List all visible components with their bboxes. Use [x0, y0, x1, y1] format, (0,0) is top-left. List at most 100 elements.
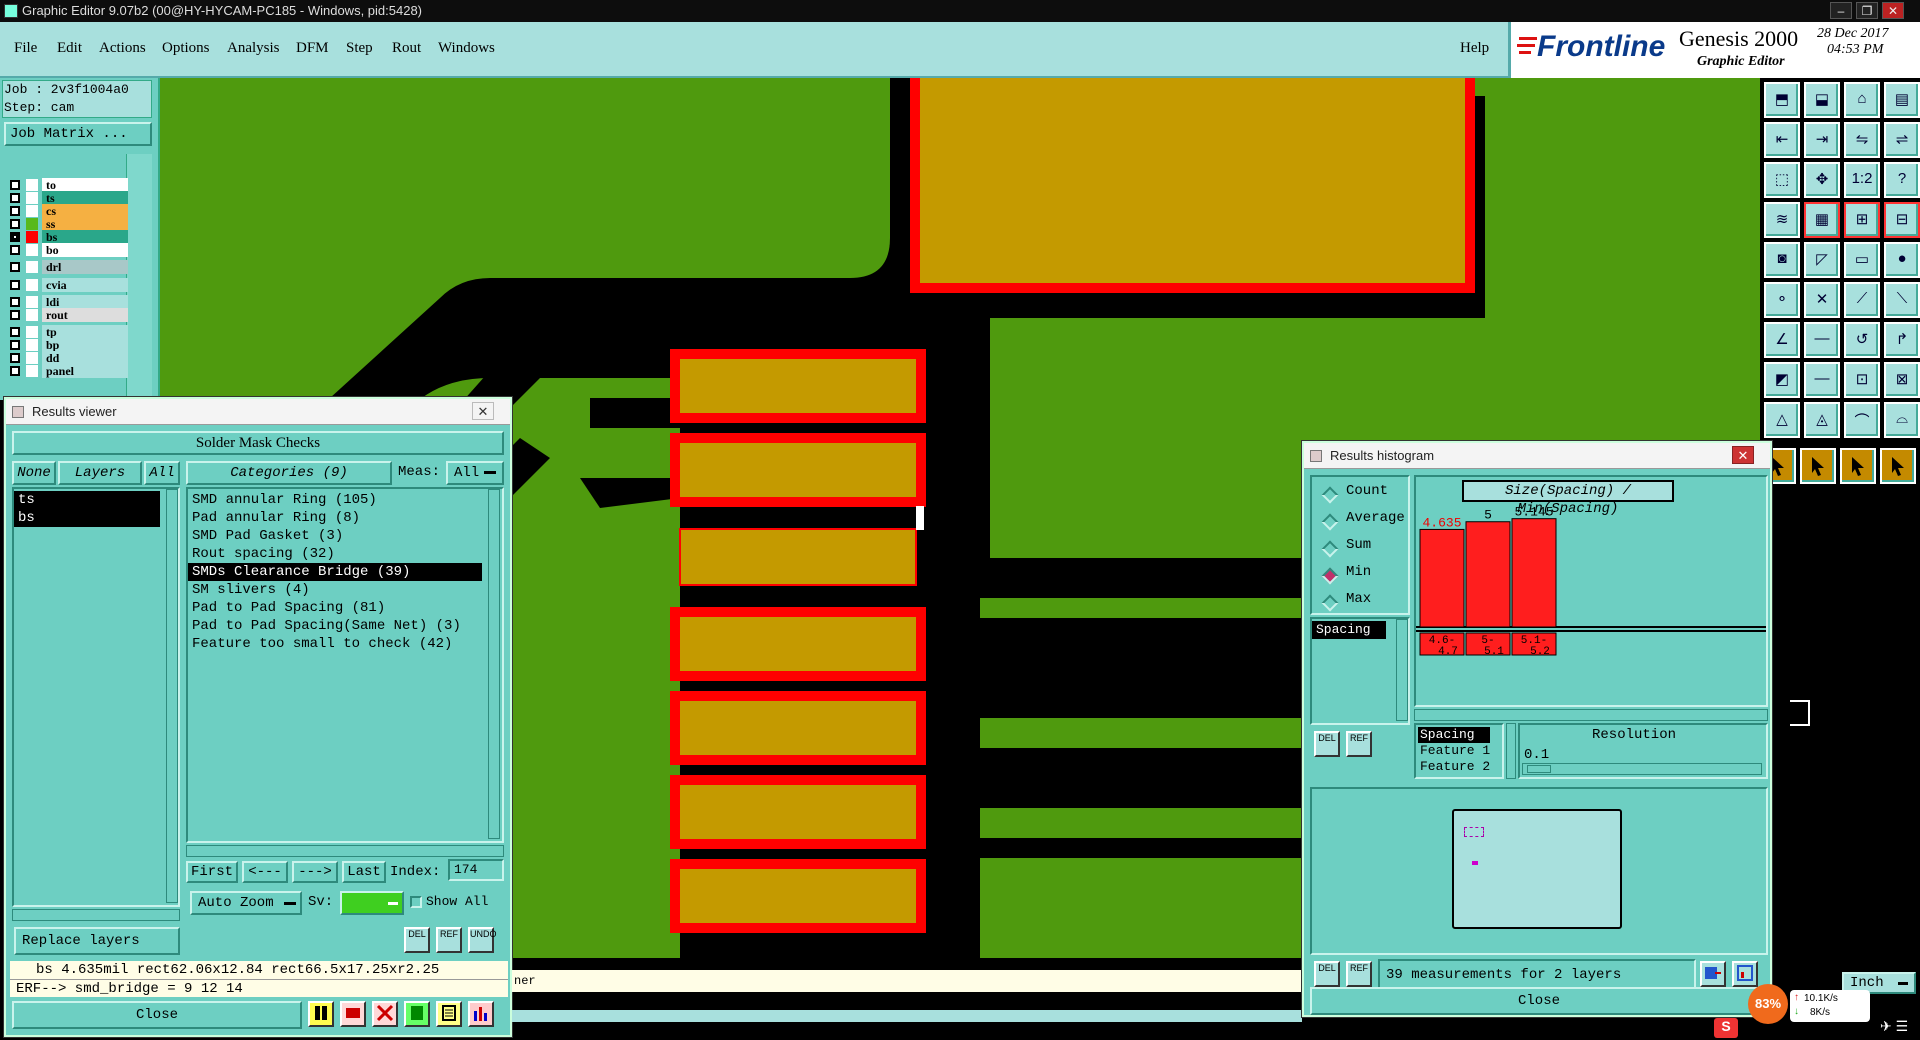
list-item[interactable]: Spacing: [1312, 621, 1386, 639]
layer-checkbox[interactable]: [10, 280, 20, 290]
radio-max[interactable]: [1321, 594, 1339, 612]
category-item[interactable]: Rout spacing (32): [188, 545, 482, 563]
tool-minus-icon[interactable]: ―: [1804, 362, 1840, 398]
layer-name[interactable]: cs: [42, 204, 128, 218]
tool-select-icon[interactable]: ◸: [1804, 242, 1840, 278]
layer-checkbox[interactable]: [10, 193, 20, 203]
tool-pointer-b[interactable]: [1800, 448, 1836, 484]
layer-color-swatch[interactable]: [26, 261, 38, 273]
layer-row-to[interactable]: to: [6, 178, 128, 192]
resolution-slider[interactable]: [1522, 763, 1762, 775]
tool-export-icon[interactable]: ⇥: [1804, 122, 1840, 158]
tool-icon-e[interactable]: [436, 1001, 462, 1027]
tool-scale-icon[interactable]: ⇌: [1884, 122, 1920, 158]
radio-min[interactable]: [1321, 567, 1339, 585]
tool-camera-icon[interactable]: ◙: [1764, 242, 1800, 278]
tool-icon-a[interactable]: [308, 1001, 334, 1027]
tool-save-icon[interactable]: ⬓: [1804, 82, 1840, 118]
index-input[interactable]: 174: [448, 859, 504, 881]
measure-attr-list[interactable]: Spacing Feature 1 Feature 2: [1414, 723, 1504, 779]
layer-checkbox[interactable]: [10, 180, 20, 190]
horizontal-scrollbar[interactable]: [186, 845, 504, 857]
maximize-button[interactable]: ❐: [1856, 2, 1878, 19]
tool-line-icon[interactable]: ∠: [1764, 322, 1800, 358]
layer-row-dd[interactable]: dd: [6, 351, 128, 365]
tool-transform-icon[interactable]: ⊠: [1884, 362, 1920, 398]
tool-connect-icon[interactable]: ⟋: [1844, 282, 1880, 318]
layer-color-swatch[interactable]: [26, 218, 38, 230]
layer-checkbox[interactable]: [10, 206, 20, 216]
close-window-button[interactable]: ✕: [1882, 2, 1904, 19]
list-item[interactable]: Spacing: [1418, 727, 1490, 743]
layer-checkbox[interactable]: [10, 232, 20, 242]
menu-dfm[interactable]: DFM: [296, 40, 329, 57]
layer-color-swatch[interactable]: [26, 205, 38, 217]
histogram-icon[interactable]: [468, 1001, 494, 1027]
tool-window-icon[interactable]: ▤: [1884, 82, 1920, 118]
layer-row-cvia[interactable]: cvia: [6, 278, 128, 292]
minimize-button[interactable]: –: [1830, 2, 1852, 19]
tool-arch-icon[interactable]: ⌒: [1844, 402, 1880, 438]
layer-name[interactable]: dd: [42, 351, 128, 365]
layer-row-panel[interactable]: panel: [6, 364, 128, 378]
vertical-scrollbar[interactable]: [166, 489, 178, 903]
del-button[interactable]: DEL: [404, 927, 430, 953]
attribute-list[interactable]: Spacing: [1310, 617, 1410, 725]
tool-copy-icon[interactable]: ⊡: [1844, 362, 1880, 398]
category-item[interactable]: SMD Pad Gasket (3): [188, 527, 482, 545]
layer-color-swatch[interactable]: [26, 352, 38, 364]
layer-color-swatch[interactable]: [26, 339, 38, 351]
layer-color-swatch[interactable]: [26, 179, 38, 191]
layer-checkbox[interactable]: [10, 297, 20, 307]
layer-row-ss[interactable]: ss: [6, 217, 128, 231]
chart-scrollbar[interactable]: [1414, 709, 1768, 721]
tool-pad-icon[interactable]: ◩: [1764, 362, 1800, 398]
tool-pointer-d[interactable]: [1880, 448, 1916, 484]
tool-fit-icon[interactable]: ⬚: [1764, 162, 1800, 198]
layer-name[interactable]: ldi: [42, 295, 128, 309]
tool-curve-icon[interactable]: ⌓: [1884, 402, 1920, 438]
layer-checkbox[interactable]: [10, 327, 20, 337]
tool-flip-icon[interactable]: ⇋: [1844, 122, 1880, 158]
tool-ruler-icon[interactable]: ▭: [1844, 242, 1880, 278]
layer-row-tp[interactable]: tp: [6, 325, 128, 339]
layer-name[interactable]: panel: [42, 364, 128, 378]
layer-color-swatch[interactable]: [26, 296, 38, 308]
tool-cut-icon[interactable]: ✕: [1804, 282, 1840, 318]
canvas-scrollbar[interactable]: [512, 1010, 1302, 1022]
tool-help-icon[interactable]: ?: [1884, 162, 1920, 198]
tool-route-icon[interactable]: ↱: [1884, 322, 1920, 358]
meas-dropdown[interactable]: All: [446, 461, 504, 485]
board-preview[interactable]: [1452, 809, 1622, 929]
undo-button[interactable]: UNDO: [468, 927, 497, 953]
histogram-close-button[interactable]: Close: [1310, 987, 1768, 1015]
layer-row-ts[interactable]: ts: [6, 191, 128, 205]
menu-edit[interactable]: Edit: [57, 40, 82, 57]
ime-icon[interactable]: S: [1714, 1018, 1738, 1038]
category-item[interactable]: Pad to Pad Spacing (81): [188, 599, 482, 617]
layer-name[interactable]: bs: [42, 230, 128, 244]
layer-color-swatch[interactable]: [26, 279, 38, 291]
layer-name[interactable]: tp: [42, 325, 128, 339]
tool-fill-icon[interactable]: ●: [1884, 242, 1920, 278]
prev-button[interactable]: <---: [242, 861, 288, 883]
list-item[interactable]: Feature 1: [1420, 743, 1490, 758]
tool-open-icon[interactable]: ⬒: [1764, 82, 1800, 118]
export-icon[interactable]: [1700, 961, 1726, 987]
ref-button[interactable]: REF: [1346, 961, 1372, 987]
categories-list[interactable]: SMD annular Ring (105) Pad annular Ring (…: [186, 487, 504, 843]
layer-row-ldi[interactable]: ldi: [6, 295, 128, 309]
category-item[interactable]: Pad to Pad Spacing(Same Net) (3): [188, 617, 482, 635]
auto-zoom-dropdown[interactable]: Auto Zoom: [190, 891, 302, 915]
tool-net-icon[interactable]: ⚬: [1764, 282, 1800, 318]
menu-file[interactable]: File: [14, 40, 37, 57]
tool-layer-icon[interactable]: ≋: [1764, 202, 1800, 238]
close-icon[interactable]: ✕: [472, 402, 494, 420]
list-item[interactable]: ts: [14, 491, 160, 509]
close-icon[interactable]: ✕: [1732, 446, 1754, 464]
layer-color-swatch[interactable]: [26, 326, 38, 338]
all-button[interactable]: All: [144, 461, 180, 485]
show-all-checkbox[interactable]: [410, 896, 422, 908]
category-item[interactable]: Pad annular Ring (8): [188, 509, 482, 527]
histogram-bar[interactable]: [1419, 528, 1465, 628]
